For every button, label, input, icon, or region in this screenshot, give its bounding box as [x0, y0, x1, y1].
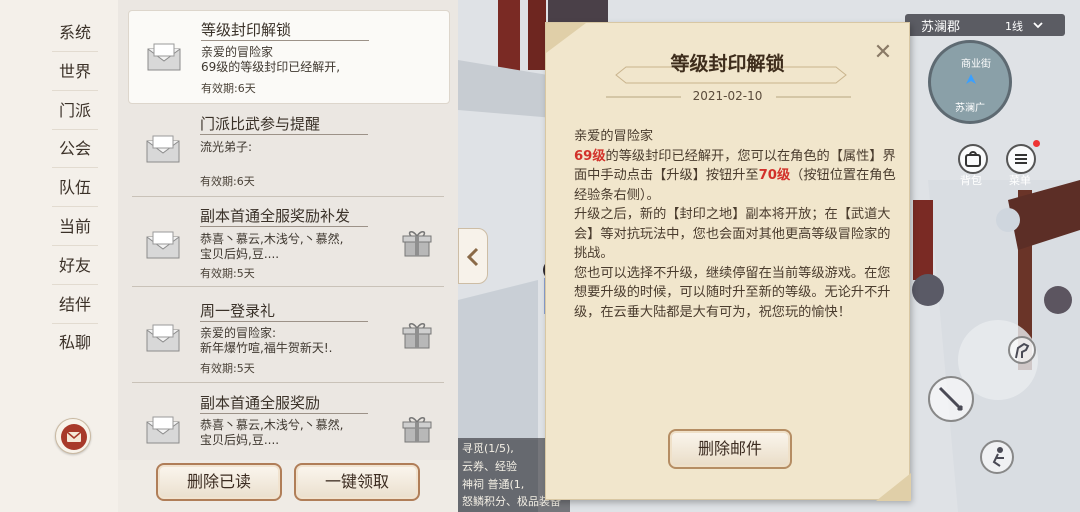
envelope-icon: [147, 43, 181, 71]
mail-preview-line: 亲爱的冒险家: [201, 45, 274, 59]
mail-item[interactable]: 门派比武参与提醒 流光弟子: 有效期:6天: [128, 106, 450, 196]
envelope-icon: [146, 135, 180, 163]
menu-label: 菜单: [1009, 174, 1031, 187]
channel-tab-partner[interactable]: 结伴: [52, 286, 98, 324]
mail-item[interactable]: 副本首通全服奖励 恭喜丶慕云,木浅兮,丶慕然, 宝贝后妈,豆....: [128, 384, 450, 460]
mail-item[interactable]: 等级封印解锁 亲爱的冒险家 69级的等级封印已经解开, 有效期:6天: [128, 10, 450, 104]
divider: [132, 382, 444, 383]
mail-expiry: 有效期:5天: [200, 362, 255, 375]
mail-preview-line: 恭喜丶慕云,木浅兮,丶慕然,: [200, 232, 344, 246]
letter-date: 2021-02-10: [692, 89, 763, 103]
mail-list: 等级封印解锁 亲爱的冒险家 69级的等级封印已经解开, 有效期:6天 门派比武参…: [118, 0, 458, 460]
letter-title: 等级封印解锁: [670, 53, 785, 75]
mail-title: 副本首通全服奖励补发: [200, 207, 351, 225]
title-underline: [200, 413, 368, 414]
chat-line: 云券、经验: [462, 460, 517, 473]
mail-preview: 恭喜丶慕云,木浅兮,丶慕然, 宝贝后妈,豆....: [200, 232, 400, 262]
map-label: 商业街: [961, 59, 991, 70]
level-from: 69级: [574, 148, 606, 164]
channel-tab-current[interactable]: 当前: [52, 208, 98, 246]
title-underline: [200, 226, 368, 227]
mail-button[interactable]: [55, 418, 91, 454]
location-name: 苏澜郡: [921, 20, 961, 35]
run-icon: [992, 447, 1004, 467]
minimap[interactable]: 商业街 苏澜广: [928, 40, 1012, 124]
envelope-icon: [61, 424, 87, 450]
title-underline: [201, 40, 369, 41]
chat-line: 寻觅(1/5),: [462, 442, 514, 455]
mail-preview: 亲爱的冒险家 69级的等级封印已经解开,: [201, 45, 401, 75]
mail-preview-line: 69级的等级封印已经解开,: [201, 60, 341, 74]
claim-all-button[interactable]: 一键领取: [294, 463, 420, 501]
notification-dot: [1033, 140, 1040, 147]
chevron-down-icon: [1033, 22, 1043, 29]
mail-title: 周一登录礼: [200, 302, 276, 320]
collapse-panel-handle[interactable]: [458, 228, 488, 284]
gift-icon: [402, 323, 432, 349]
mail-preview-line: 亲爱的冒险家:: [200, 326, 277, 340]
channel-tab-private[interactable]: 私聊: [52, 324, 98, 362]
mail-detail-dialog: 等级封印解锁 ✕ 2021-02-10 亲爱的冒险家 69级的等级封印已经解开，…: [545, 22, 911, 501]
player-arrow-icon: [966, 74, 976, 84]
title-underline: [200, 134, 368, 135]
mail-preview: 流光弟子:: [200, 140, 400, 155]
level-to: 70级: [758, 168, 791, 183]
letter-content: 亲爱的冒险家 69级的等级封印已经解开，您可以在角色的【属性】界面中手动点击【升…: [574, 127, 896, 322]
mail-expiry: 有效期:6天: [201, 82, 256, 95]
envelope-icon: [146, 416, 180, 444]
divider: [132, 196, 444, 197]
letter-greeting: 亲爱的冒险家: [574, 129, 654, 144]
mail-preview-line: 宝贝后妈,豆....: [200, 433, 280, 447]
horse-button[interactable]: [1008, 336, 1036, 364]
mail-expiry: 有效期:5天: [200, 267, 255, 280]
channel-tab-world[interactable]: 世界: [52, 53, 98, 91]
mail-expiry: 有效期:6天: [200, 175, 255, 188]
mail-item[interactable]: 副本首通全服奖励补发 恭喜丶慕云,木浅兮,丶慕然, 宝贝后妈,豆.... 有效期…: [128, 198, 450, 286]
channel-tab-team[interactable]: 队伍: [52, 169, 98, 207]
mail-preview: 恭喜丶慕云,木浅兮,丶慕然, 宝贝后妈,豆....: [200, 418, 400, 448]
channel-tab-system[interactable]: 系统: [52, 14, 98, 52]
close-icon[interactable]: ✕: [871, 40, 895, 65]
sword-icon: [938, 386, 964, 412]
map-label: 苏澜广: [955, 103, 985, 114]
mail-preview-line: 宝贝后妈,豆....: [200, 247, 280, 261]
location-bar[interactable]: 苏澜郡 1线: [905, 14, 1065, 36]
mail-title: 门派比武参与提醒: [200, 115, 321, 133]
gift-icon: [402, 231, 432, 257]
title-underline: [200, 321, 368, 322]
dodge-button[interactable]: [980, 440, 1014, 474]
mail-title: 副本首通全服奖励: [200, 394, 321, 412]
mail-preview-line: 恭喜丶慕云,木浅兮,丶慕然,: [200, 418, 344, 432]
mail-preview: 亲爱的冒险家: 新年爆竹喧,福牛贺新天!.: [200, 326, 400, 356]
letter-paragraph: 您也可以选择不升级，继续停留在当前等级游戏。在您想要升级的时候，可以随时升至新的…: [574, 265, 891, 320]
bag-label: 背包: [960, 174, 982, 187]
delete-mail-button[interactable]: 删除邮件: [668, 429, 792, 469]
delete-read-button[interactable]: 删除已读: [156, 463, 282, 501]
menu-button[interactable]: [1006, 144, 1036, 174]
chevron-left-icon: [466, 247, 479, 267]
skill-button[interactable]: [928, 376, 974, 422]
mail-preview-line: 流光弟子:: [200, 140, 253, 154]
gift-icon: [402, 417, 432, 443]
server-line: 1线: [1005, 20, 1023, 33]
bag-button[interactable]: [958, 144, 988, 174]
channel-sidebar: 系统 世界 门派 公会 队伍 当前 好友 结伴 私聊: [0, 0, 118, 512]
chat-line: 神祠 普通(1,: [462, 478, 525, 491]
mail-title: 等级封印解锁: [201, 21, 292, 39]
channel-tab-guild[interactable]: 公会: [52, 130, 98, 168]
envelope-icon: [146, 231, 180, 259]
channel-tab-friends[interactable]: 好友: [52, 247, 98, 285]
mail-preview-line: 新年爆竹喧,福牛贺新天!.: [200, 341, 333, 355]
divider: [132, 286, 444, 287]
letter-paragraph: 升级之后，新的【封印之地】副本将开放；在【武道大会】等对抗玩法中，您也会面对其他…: [574, 207, 891, 261]
horse-icon: [1015, 342, 1030, 359]
bag-icon: [965, 151, 981, 167]
menu-icon: [1015, 154, 1027, 164]
channel-tab-sect[interactable]: 门派: [52, 92, 98, 130]
letter-paragraph: 69级的等级封印已经解开，您可以在角色的【属性】界面中手动点击【升级】按钮升至7…: [574, 147, 896, 206]
mail-item[interactable]: 周一登录礼 亲爱的冒险家: 新年爆竹喧,福牛贺新天!. 有效期:5天: [128, 288, 450, 382]
envelope-icon: [146, 324, 180, 352]
